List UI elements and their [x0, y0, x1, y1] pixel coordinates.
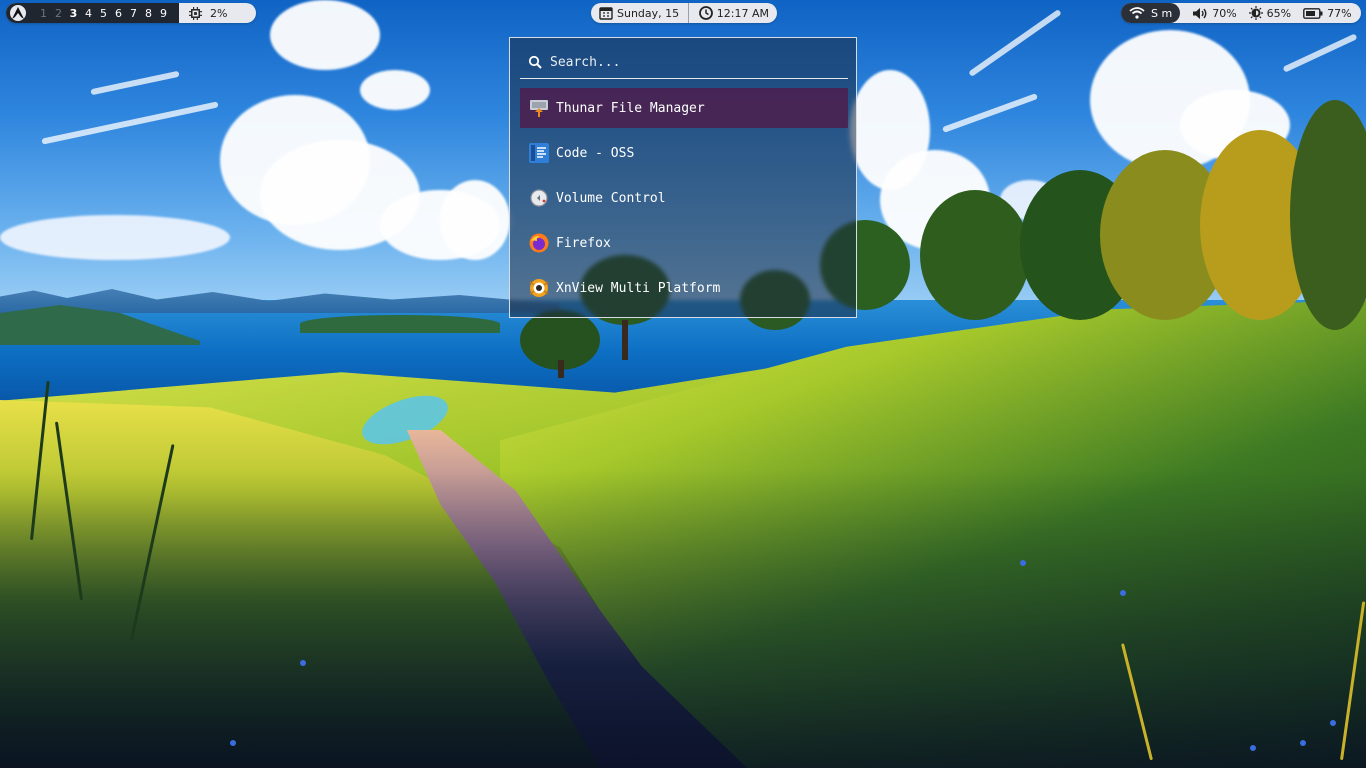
arch-logo-icon — [12, 7, 24, 19]
battery-indicator[interactable]: 77% — [1303, 6, 1352, 20]
workspace-9[interactable]: 9 — [156, 7, 171, 20]
file-manager-icon — [528, 97, 550, 119]
flower — [1120, 590, 1126, 596]
entry-label: XnView Multi Platform — [556, 280, 721, 296]
date-text: Sunday, 15 — [617, 6, 680, 20]
time-text: 12:17 AM — [716, 6, 769, 20]
speaker-icon — [1193, 7, 1207, 19]
workspace-3[interactable]: 3 — [66, 7, 81, 20]
entry-label: Thunar File Manager — [556, 100, 705, 116]
launcher-entry-volume-control[interactable]: Volume Control — [520, 178, 848, 218]
network-indicator[interactable]: S m — [1121, 3, 1181, 23]
workspace-8[interactable]: 8 — [141, 7, 156, 20]
system-tray: S m 70% 65% 77% — [1121, 3, 1361, 23]
workspace-7[interactable]: 7 — [126, 7, 141, 20]
time-segment[interactable]: 12:17 AM — [698, 6, 769, 20]
wifi-icon — [1129, 7, 1145, 19]
workspace-bar: 1 2 3 4 5 6 7 8 9 2% — [6, 3, 256, 23]
workspace-6[interactable]: 6 — [111, 7, 126, 20]
entry-label: Volume Control — [556, 190, 666, 206]
date-segment[interactable]: Sunday, 15 — [599, 6, 679, 20]
clock-icon — [698, 6, 713, 20]
xnview-icon — [528, 277, 550, 299]
divider — [688, 3, 690, 23]
volume-indicator[interactable]: 70% — [1192, 6, 1237, 20]
cloud — [360, 70, 430, 110]
workspace-5[interactable]: 5 — [96, 7, 111, 20]
cloud — [270, 0, 380, 70]
entry-label: Code - OSS — [556, 145, 635, 161]
cloud — [440, 180, 510, 260]
workspace-1[interactable]: 1 — [36, 7, 51, 20]
flower — [300, 660, 306, 666]
flower — [1020, 560, 1026, 566]
launcher-entry-thunar[interactable]: Thunar File Manager — [520, 88, 848, 128]
brightness-indicator[interactable]: 65% — [1248, 6, 1292, 20]
workspace-switcher: 1 2 3 4 5 6 7 8 9 — [6, 3, 179, 23]
clock-widget[interactable]: Sunday, 15 12:17 AM — [591, 3, 777, 23]
flower — [1330, 720, 1336, 726]
cpu-indicator[interactable]: 2% — [179, 6, 228, 20]
workspace-4[interactable]: 4 — [81, 7, 96, 20]
cpu-icon — [189, 6, 202, 20]
volume-text: 70% — [1212, 6, 1237, 20]
search-bar — [520, 46, 848, 79]
app-launcher-button[interactable] — [10, 5, 26, 21]
flower — [230, 740, 236, 746]
code-editor-icon — [528, 142, 550, 164]
launcher-entry-code-oss[interactable]: Code - OSS — [520, 133, 848, 173]
brightness-icon — [1248, 6, 1263, 20]
search-input[interactable] — [550, 54, 830, 70]
launcher-entry-xnview[interactable]: XnView Multi Platform — [520, 268, 848, 308]
search-icon — [528, 55, 542, 69]
island — [300, 315, 500, 333]
launcher-entry-firefox[interactable]: Firefox — [520, 223, 848, 263]
battery-text: 77% — [1327, 6, 1352, 20]
app-launcher-menu: Thunar File Manager Code - OSS Volume Co… — [509, 37, 857, 318]
tree-trunk — [622, 320, 628, 360]
cpu-usage-text: 2% — [210, 6, 228, 20]
tree-trunk — [558, 360, 564, 378]
foreground-shadow — [0, 470, 1366, 768]
calendar-icon — [599, 7, 613, 20]
cloud — [0, 215, 230, 260]
flower — [1250, 745, 1256, 751]
battery-icon — [1303, 7, 1323, 19]
brightness-text: 65% — [1266, 6, 1292, 20]
tree — [920, 190, 1030, 320]
network-name: S m — [1151, 6, 1173, 20]
firefox-icon — [528, 232, 550, 254]
workspace-2[interactable]: 2 — [51, 7, 66, 20]
volume-control-icon — [528, 187, 550, 209]
entry-label: Firefox — [556, 235, 611, 251]
flower — [1300, 740, 1306, 746]
